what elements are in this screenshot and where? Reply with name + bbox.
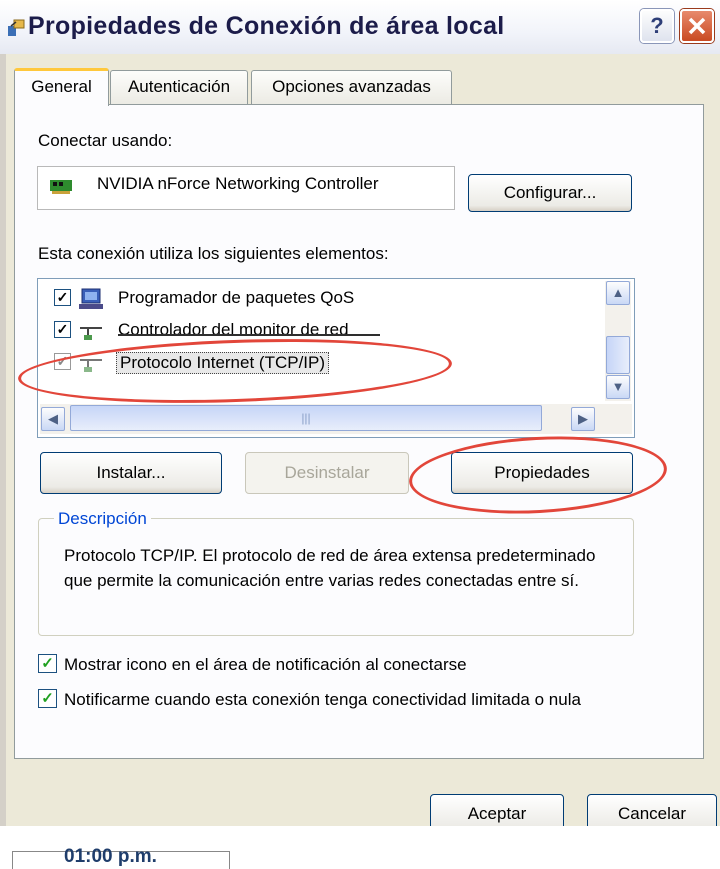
description-text: Protocolo TCP/IP. El protocolo de red de… [64, 546, 596, 590]
item-label: Controlador del monitor de red [118, 320, 349, 339]
dialog-left-edge [0, 54, 6, 826]
horizontal-scroll-thumb[interactable]: ||| [70, 405, 542, 431]
close-button[interactable] [680, 9, 714, 43]
show-tray-icon-option[interactable]: ✓ Mostrar icono en el área de notificaci… [38, 652, 658, 678]
item-label: Programador de paquetes QoS [118, 288, 355, 307]
item-checkbox[interactable]: ✓ [54, 321, 71, 338]
install-button[interactable]: Instalar... [40, 452, 222, 494]
clock: 01:00 p.m. [64, 846, 157, 867]
notify-limited-label: Notificarme cuando esta conexión tenga c… [64, 690, 581, 709]
help-button[interactable]: ? [640, 9, 674, 43]
close-icon [688, 17, 706, 35]
connect-using-label: Conectar usando: [38, 131, 173, 150]
adapter-name: NVIDIA nForce Networking Controller [97, 174, 379, 193]
tab-advanced-options[interactable]: Opciones avanzadas [251, 70, 452, 104]
uninstall-button[interactable]: Desinstalar [245, 452, 409, 494]
configure-button[interactable]: Configurar... [468, 174, 632, 212]
strikethrough-mark [118, 334, 380, 336]
item-checkbox[interactable]: ✓ [54, 289, 71, 306]
scroll-down-icon[interactable]: ▼ [606, 375, 630, 399]
vertical-scroll-thumb[interactable] [606, 336, 630, 374]
network-protocol-icon [80, 327, 102, 340]
network-connection-icon [8, 19, 25, 36]
description-title: Descripción [54, 509, 151, 529]
notify-limited-checkbox[interactable]: ✓ [38, 689, 57, 708]
tab-authentication[interactable]: Autenticación [110, 70, 248, 104]
show-tray-icon-label: Mostrar icono en el área de notificación… [64, 655, 467, 674]
scroll-right-icon[interactable]: ▶ [571, 407, 595, 431]
network-scheduler-icon [79, 288, 103, 309]
tab-general[interactable]: General [14, 68, 109, 106]
components-label: Esta conexión utiliza los siguientes ele… [38, 244, 389, 263]
notify-limited-option[interactable]: ✓ Notificarme cuando esta conexión tenga… [38, 687, 658, 739]
scroll-up-icon[interactable]: ▲ [606, 281, 630, 305]
window-title: Propiedades de Conexión de área local [28, 12, 505, 40]
network-card-icon [50, 180, 72, 194]
scroll-left-icon[interactable]: ◀ [41, 407, 65, 431]
show-tray-icon-checkbox[interactable]: ✓ [38, 654, 57, 673]
